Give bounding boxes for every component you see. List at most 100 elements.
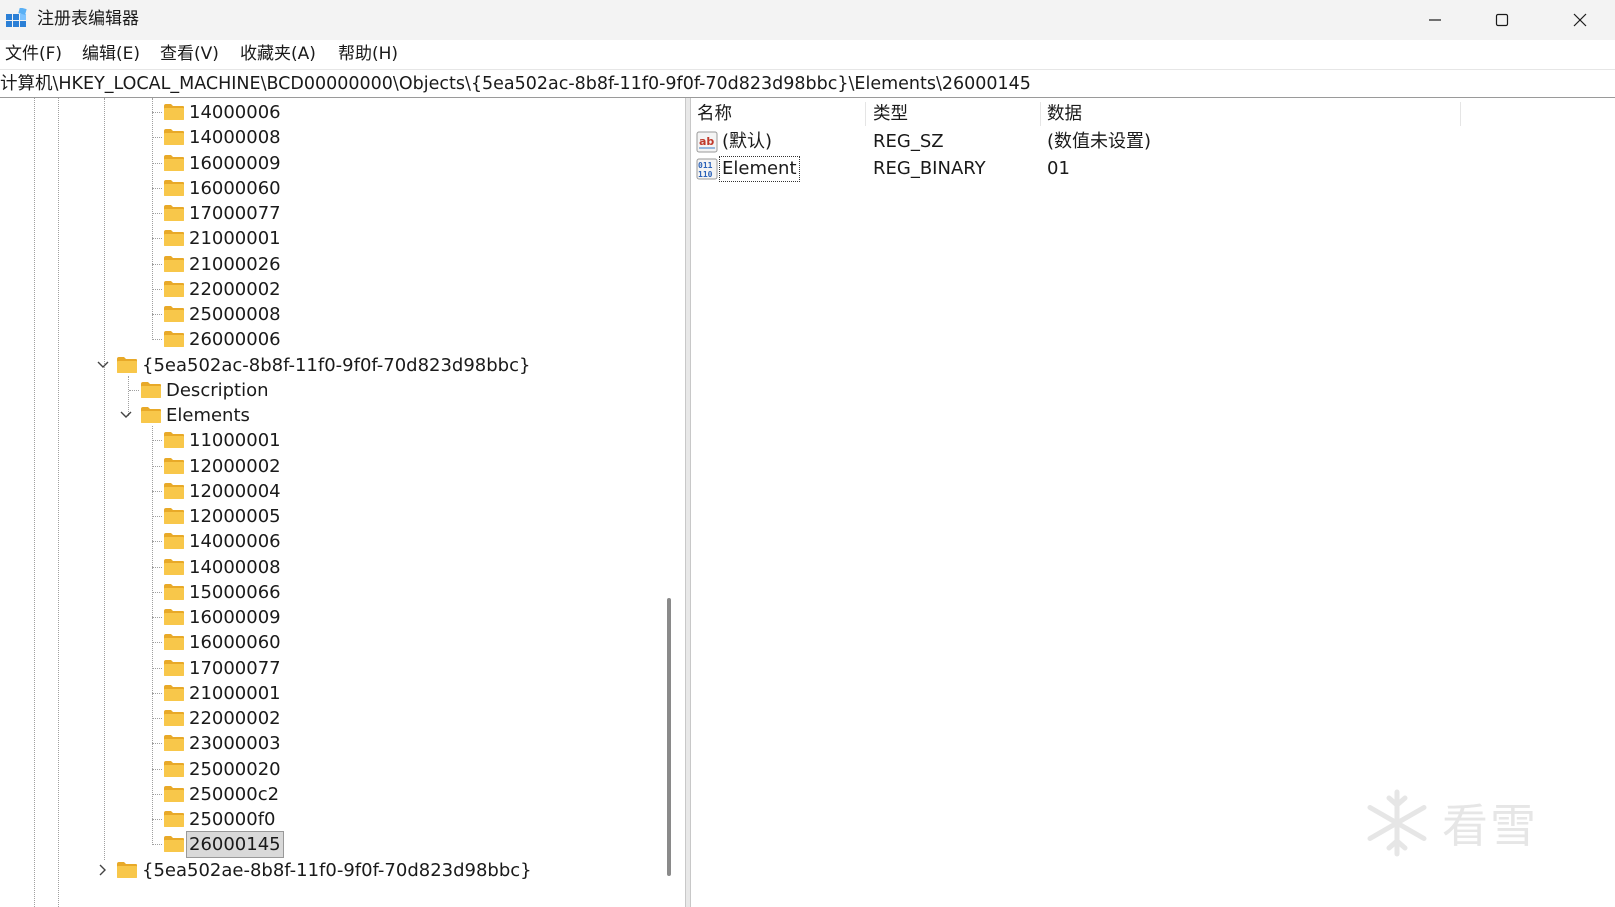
column-header-type[interactable]: 类型 bbox=[873, 101, 908, 127]
tree-node[interactable]: 21000026 bbox=[0, 252, 660, 277]
tree-node-label[interactable]: 21000001 bbox=[187, 226, 283, 251]
minimize-button[interactable] bbox=[1405, 0, 1465, 40]
tree-connector bbox=[152, 440, 162, 442]
tree-node-label[interactable]: 21000026 bbox=[187, 252, 283, 277]
tree-node-label[interactable]: 16000060 bbox=[187, 630, 283, 655]
tree-node[interactable]: 25000008 bbox=[0, 302, 660, 327]
tree-node[interactable]: 16000009 bbox=[0, 151, 660, 176]
column-separator[interactable] bbox=[1040, 102, 1041, 126]
tree-node[interactable]: 12000005 bbox=[0, 504, 660, 529]
tree-node[interactable]: 12000004 bbox=[0, 479, 660, 504]
tree-node[interactable]: 14000006 bbox=[0, 100, 660, 125]
address-path[interactable]: 计算机\HKEY_LOCAL_MACHINE\BCD00000000\Objec… bbox=[0, 72, 1031, 96]
tree-node-label[interactable]: Elements bbox=[164, 403, 252, 428]
tree-connector bbox=[152, 263, 162, 265]
tree-node[interactable]: 16000060 bbox=[0, 630, 660, 655]
value-name[interactable]: (默认) bbox=[720, 130, 774, 154]
tree-node[interactable]: 21000001 bbox=[0, 226, 660, 251]
tree-node-label[interactable]: 21000001 bbox=[187, 681, 283, 706]
tree-node-label[interactable]: 14000006 bbox=[187, 100, 283, 125]
tree-node[interactable]: 26000145 bbox=[0, 831, 660, 859]
tree-node-object[interactable]: {5ea502ac-8b8f-11f0-9f0f-70d823d98bbc} bbox=[0, 353, 660, 378]
tree-node-label[interactable]: 12000004 bbox=[187, 479, 283, 504]
chevron-down-icon[interactable] bbox=[119, 408, 133, 422]
column-separator[interactable] bbox=[1460, 102, 1461, 126]
tree-node-label[interactable]: 14000008 bbox=[187, 125, 283, 150]
string-value-icon: ab bbox=[696, 131, 718, 153]
menu-file[interactable]: 文件(F) bbox=[5, 42, 62, 66]
tree-node-label[interactable]: 16000060 bbox=[187, 176, 283, 201]
tree-node-label[interactable]: Description bbox=[164, 378, 271, 403]
tree-node[interactable]: 14000008 bbox=[0, 125, 660, 150]
chevron-right-icon[interactable] bbox=[96, 863, 110, 877]
value-row[interactable]: ab (默认) REG_SZ (数值未设置) bbox=[691, 129, 1615, 155]
title-bar: 注册表编辑器 bbox=[0, 0, 1615, 40]
tree-node[interactable]: 250000c2 bbox=[0, 782, 660, 807]
tree-node-label[interactable]: 11000001 bbox=[187, 428, 283, 453]
tree-node[interactable]: 23000003 bbox=[0, 731, 660, 756]
menu-edit[interactable]: 编辑(E) bbox=[82, 42, 140, 66]
tree-node[interactable]: 21000001 bbox=[0, 681, 660, 706]
tree-node[interactable]: 17000077 bbox=[0, 656, 660, 681]
tree-node[interactable]: 15000066 bbox=[0, 580, 660, 605]
menu-view[interactable]: 查看(V) bbox=[160, 42, 219, 66]
tree-node-label[interactable]: 14000006 bbox=[187, 529, 283, 554]
tree-node-label[interactable]: 16000009 bbox=[187, 151, 283, 176]
folder-icon bbox=[117, 356, 137, 373]
tree-node-label[interactable]: 15000066 bbox=[187, 580, 283, 605]
menu-favorites[interactable]: 收藏夹(A) bbox=[240, 42, 316, 66]
value-name[interactable]: Element bbox=[719, 156, 800, 182]
tree-node-label-selected[interactable]: 26000145 bbox=[186, 831, 284, 859]
tree-node[interactable]: 16000009 bbox=[0, 605, 660, 630]
column-header-name[interactable]: 名称 bbox=[697, 101, 732, 127]
folder-icon bbox=[164, 634, 184, 651]
folder-icon bbox=[164, 558, 184, 575]
tree-scrollbar-thumb[interactable] bbox=[667, 598, 671, 876]
menu-help[interactable]: 帮助(H) bbox=[338, 42, 398, 66]
maximize-icon bbox=[1495, 13, 1509, 27]
tree-node[interactable]: 25000020 bbox=[0, 757, 660, 782]
column-separator[interactable] bbox=[865, 102, 866, 126]
close-button[interactable] bbox=[1550, 0, 1610, 40]
tree-node[interactable]: 14000006 bbox=[0, 529, 660, 554]
tree-node-label[interactable]: 22000002 bbox=[187, 706, 283, 731]
tree-node-object[interactable]: {5ea502ae-8b8f-11f0-9f0f-70d823d98bbc} bbox=[0, 858, 660, 883]
tree-node-label[interactable]: 17000077 bbox=[187, 201, 283, 226]
tree-node-label[interactable]: 17000077 bbox=[187, 656, 283, 681]
tree-node-label[interactable]: {5ea502ae-8b8f-11f0-9f0f-70d823d98bbc} bbox=[140, 858, 534, 883]
tree-node-description[interactable]: Description bbox=[0, 378, 660, 403]
tree-node-elements[interactable]: Elements bbox=[0, 403, 660, 428]
tree-node-label[interactable]: 23000003 bbox=[187, 731, 283, 756]
folder-icon bbox=[164, 482, 184, 499]
tree-node[interactable]: 16000060 bbox=[0, 176, 660, 201]
value-row[interactable]: 011 110 Element REG_BINARY 01 bbox=[691, 156, 1615, 182]
tree-node-label[interactable]: 12000002 bbox=[187, 454, 283, 479]
tree-node[interactable]: 12000002 bbox=[0, 454, 660, 479]
folder-icon bbox=[141, 407, 161, 423]
folder-icon bbox=[164, 179, 184, 196]
tree-node-label[interactable]: 26000006 bbox=[187, 327, 283, 352]
tree-node-label[interactable]: 25000008 bbox=[187, 302, 283, 327]
address-bar[interactable]: 计算机\HKEY_LOCAL_MACHINE\BCD00000000\Objec… bbox=[0, 69, 1615, 98]
tree-node[interactable]: 250000f0 bbox=[0, 807, 660, 832]
tree-node[interactable]: 14000008 bbox=[0, 555, 660, 580]
tree-node-label[interactable]: 16000009 bbox=[187, 605, 283, 630]
chevron-down-icon[interactable] bbox=[96, 358, 110, 372]
tree-node-label[interactable]: 14000008 bbox=[187, 555, 283, 580]
column-header-data[interactable]: 数据 bbox=[1047, 101, 1082, 127]
tree-node-label[interactable]: {5ea502ac-8b8f-11f0-9f0f-70d823d98bbc} bbox=[140, 353, 532, 378]
tree-node[interactable]: 22000002 bbox=[0, 277, 660, 302]
tree-node-label[interactable]: 25000020 bbox=[187, 757, 283, 782]
tree-node[interactable]: 17000077 bbox=[0, 201, 660, 226]
tree-node-label[interactable]: 250000f0 bbox=[187, 807, 278, 832]
tree-node[interactable]: 22000002 bbox=[0, 706, 660, 731]
maximize-button[interactable] bbox=[1472, 0, 1532, 40]
tree-node[interactable]: 11000001 bbox=[0, 428, 660, 453]
tree-node-label[interactable]: 12000005 bbox=[187, 504, 283, 529]
key-tree-pane[interactable]: 14000006 14000008 16000009 16000060 17000077… bbox=[0, 98, 685, 907]
tree-node[interactable]: 26000006 bbox=[0, 327, 660, 352]
tree-node-label[interactable]: 22000002 bbox=[187, 277, 283, 302]
tree-connector bbox=[152, 541, 162, 543]
tree-node-label[interactable]: 250000c2 bbox=[187, 782, 281, 807]
folder-icon bbox=[164, 710, 184, 726]
